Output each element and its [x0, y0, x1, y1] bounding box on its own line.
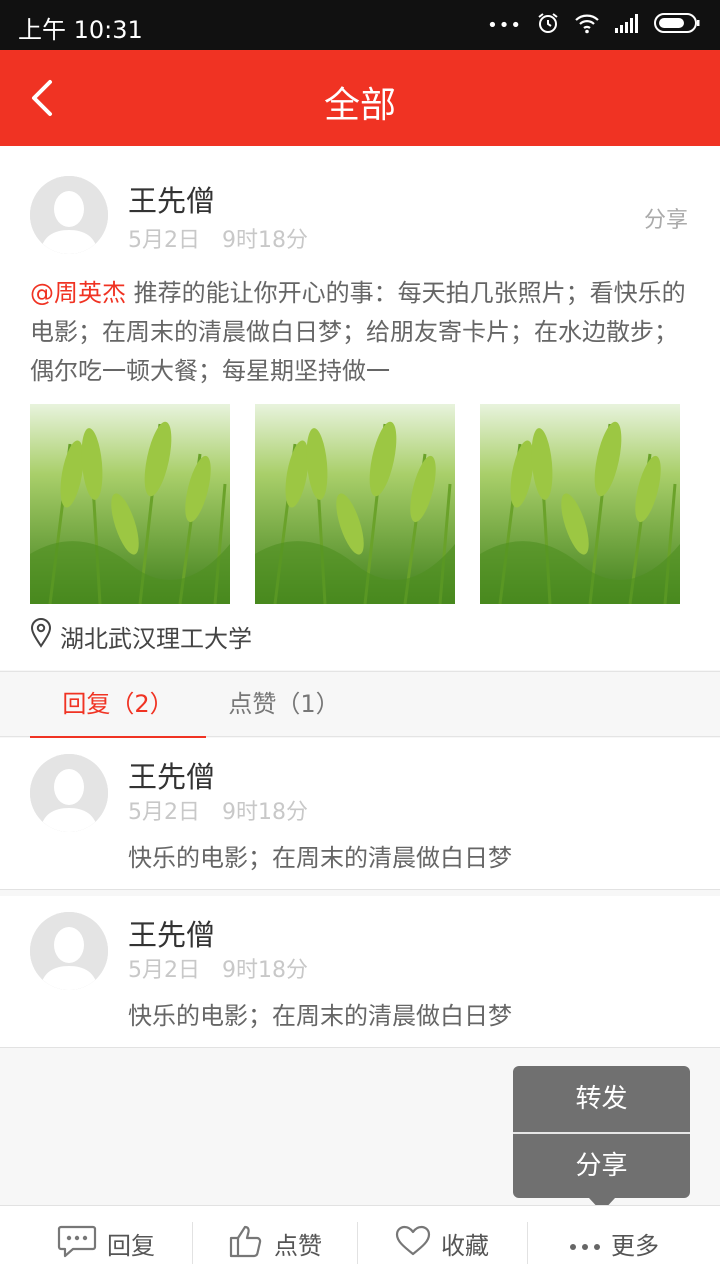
more-dots-icon	[569, 1230, 601, 1258]
like-button[interactable]: 点赞	[193, 1206, 357, 1280]
page-title: 全部	[323, 85, 396, 126]
status-icons: •••	[487, 12, 700, 38]
more-dots-status: •••	[487, 14, 522, 36]
reply-author[interactable]: 王先僧	[128, 754, 215, 796]
reply-avatar[interactable]	[30, 912, 108, 990]
more-popup-menu: 转发 分享	[513, 1066, 690, 1212]
battery-icon	[654, 12, 700, 38]
post-photo[interactable]	[255, 404, 455, 604]
status-bar: 上午 10:31 •••	[0, 0, 720, 50]
location-text: 湖北武汉理工大学	[60, 624, 252, 653]
signal-icon	[614, 12, 640, 38]
reply-avatar[interactable]	[30, 754, 108, 832]
post-text: 推荐的能让你开心的事：每天拍几张照片；看快乐的电影；在周末的清晨做白日梦；给朋友…	[30, 279, 686, 385]
reply-date: 5月2日	[128, 958, 200, 983]
location-pin-icon	[30, 618, 52, 654]
alarm-icon	[536, 11, 560, 39]
post-card: 王先僧 5月2日 9时18分 分享 @周英杰 推荐的能让你开心的事：每天拍几张照片…	[0, 146, 720, 670]
share-link[interactable]: 分享	[644, 202, 688, 234]
bottom-action-bar: 回复 点赞 收藏 更多	[0, 1205, 720, 1280]
reply-text: 快乐的电影；在周末的清晨做白日梦	[128, 1002, 512, 1030]
reply-time: 9时18分	[222, 958, 308, 983]
post-timestamp: 5月2日 9时18分	[128, 222, 308, 254]
tab-bar: 回复（2） 点赞（1）	[0, 671, 720, 738]
more-label: 更多	[611, 1232, 659, 1260]
reply-button[interactable]: 回复	[20, 1206, 192, 1280]
tab-replies[interactable]: 回复（2）	[30, 672, 206, 738]
reply-item: 王先僧 5月2日 9时18分 快乐的电影；在周末的清晨做白日梦	[0, 738, 720, 890]
reply-timestamp: 5月2日 9时18分	[128, 952, 308, 984]
share-menu-item[interactable]: 分享	[513, 1134, 690, 1198]
wifi-icon	[574, 12, 600, 38]
reply-time: 9时18分	[222, 800, 308, 825]
reply-text: 快乐的电影；在周末的清晨做白日梦	[128, 844, 512, 872]
post-photo[interactable]	[480, 404, 680, 604]
tab-likes[interactable]: 点赞（1）	[196, 672, 372, 738]
location[interactable]: 湖北武汉理工大学	[30, 618, 252, 654]
favorite-label: 收藏	[441, 1232, 489, 1260]
post-date: 5月2日	[128, 228, 200, 253]
reply-label: 回复	[107, 1232, 155, 1260]
thumbs-up-icon	[228, 1223, 264, 1265]
comment-icon	[57, 1224, 97, 1264]
reply-item: 王先僧 5月2日 9时18分 快乐的电影；在周末的清晨做白日梦	[0, 896, 720, 1048]
favorite-button[interactable]: 收藏	[358, 1206, 526, 1280]
reply-date: 5月2日	[128, 800, 200, 825]
forward-menu-item[interactable]: 转发	[513, 1066, 690, 1132]
heart-icon	[395, 1225, 431, 1263]
app-header: 全部	[0, 50, 720, 146]
post-photo[interactable]	[30, 404, 230, 604]
author-avatar[interactable]	[30, 176, 108, 254]
author-name[interactable]: 王先僧	[128, 178, 215, 220]
more-button[interactable]: 更多	[528, 1206, 700, 1280]
status-time: 上午 10:31	[18, 16, 143, 44]
post-content: @周英杰 推荐的能让你开心的事：每天拍几张照片；看快乐的电影；在周末的清晨做白日…	[30, 274, 694, 391]
reply-author[interactable]: 王先僧	[128, 912, 215, 954]
photo-grid	[30, 404, 680, 604]
post-time: 9时18分	[222, 228, 308, 253]
mention-link[interactable]: @周英杰	[30, 279, 126, 307]
reply-timestamp: 5月2日 9时18分	[128, 794, 308, 826]
like-label: 点赞	[274, 1232, 322, 1260]
